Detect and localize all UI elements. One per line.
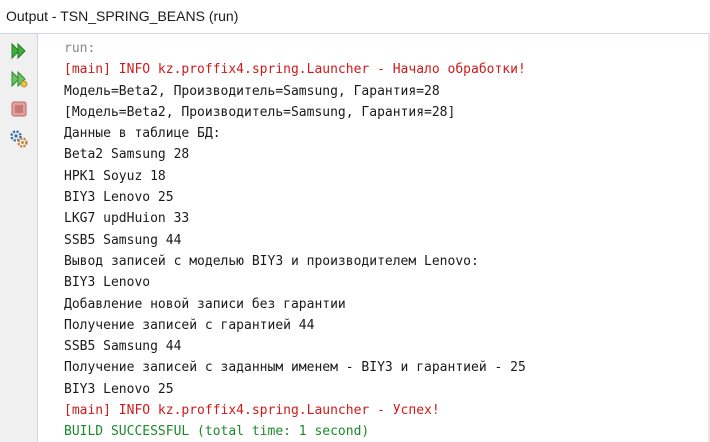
console-line: run: <box>64 41 96 56</box>
console-line: BIY3 Lenovo 25 <box>64 381 174 397</box>
window-title: Output - TSN_SPRING_BEANS (run) <box>6 8 239 24</box>
console-line: HPK1 Soyuz 18 <box>64 168 166 184</box>
stop-icon[interactable] <box>8 98 30 120</box>
action-gutter <box>0 34 38 442</box>
console-line: Beta2 Samsung 28 <box>64 147 190 163</box>
console-line: LKG7 updHuion 33 <box>64 211 190 227</box>
settings-icon[interactable] <box>8 128 30 150</box>
console-line: BUILD SUCCESSFUL (total time: 1 second) <box>64 424 370 440</box>
console-line: Получение записей с гарантией 44 <box>64 317 315 333</box>
console-line: [main] INFO kz.proffix4.spring.Launcher … <box>64 403 440 419</box>
console-line: SSB5 Samsung 44 <box>64 339 182 355</box>
console-line: [Модель=Beta2, Производитель=Samsung, Га… <box>64 104 456 120</box>
console-output[interactable]: run: [main] INFO kz.proffix4.spring.Launc… <box>38 34 710 442</box>
console-line: Данные в таблице БД: <box>64 126 221 142</box>
console-line: BIY3 Lenovo <box>64 275 151 291</box>
console-line: [main] INFO kz.proffix4.spring.Launcher … <box>64 62 526 78</box>
console-line: Модель=Beta2, Производитель=Samsung, Гар… <box>64 83 440 99</box>
console-line: BIY3 Lenovo 25 <box>64 190 174 206</box>
console-line: Получение записей с заданным именем - BI… <box>64 360 526 376</box>
rerun-with-options-icon[interactable] <box>8 68 30 90</box>
output-window: Output - TSN_SPRING_BEANS (run) run: [ma… <box>0 0 710 442</box>
rerun-icon[interactable] <box>8 40 30 62</box>
console-line: SSB5 Samsung 44 <box>64 232 182 248</box>
console-line: Добавление новой записи без гарантии <box>64 296 346 312</box>
console-line: Вывод записей с моделью BIY3 и производи… <box>64 253 479 269</box>
output-tab-header[interactable]: Output - TSN_SPRING_BEANS (run) <box>0 0 710 34</box>
